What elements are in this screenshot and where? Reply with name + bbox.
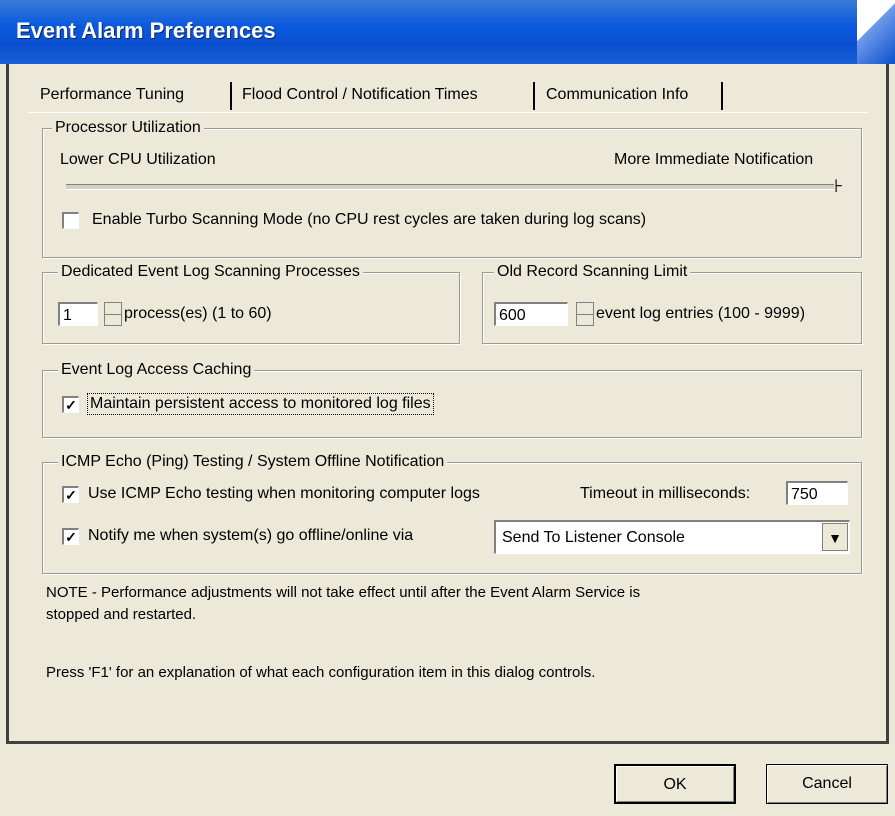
frame-border-left xyxy=(6,64,9,744)
tab-panel-border xyxy=(28,112,868,113)
title-bar[interactable]: Event Alarm Preferences xyxy=(0,0,895,64)
note-restart-line1: NOTE - Performance adjustments will not … xyxy=(46,584,641,601)
tab-performance-tuning[interactable]: Performance Tuning xyxy=(40,80,184,110)
tab-flood-control[interactable]: Flood Control / Notification Times xyxy=(242,80,478,110)
chevron-down-icon[interactable]: ▼ xyxy=(822,523,848,551)
process-count-spinner[interactable] xyxy=(104,302,122,326)
old-record-limit-field[interactable]: 600 xyxy=(494,302,568,326)
old-record-limit-spinner[interactable] xyxy=(576,302,594,326)
window-title: Event Alarm Preferences xyxy=(16,18,276,43)
notify-method-select[interactable]: Send To Listener Console ▼ xyxy=(494,520,850,554)
tab-separator xyxy=(721,82,723,110)
notify-offline-checkbox[interactable]: ✓ xyxy=(62,528,79,545)
icmp-testing-group xyxy=(42,462,862,574)
dedicated-processes-legend: Dedicated Event Log Scanning Processes xyxy=(58,262,363,282)
turbo-scanning-checkbox[interactable] xyxy=(62,212,79,229)
preferences-dialog: Event Alarm Preferences Performance Tuni… xyxy=(0,0,895,816)
tab-separator xyxy=(230,82,232,110)
persistent-access-checkbox[interactable]: ✓ xyxy=(62,396,79,413)
frame-border-right xyxy=(886,64,889,744)
notify-method-value: Send To Listener Console xyxy=(502,529,685,546)
use-icmp-label: Use ICMP Echo testing when monitoring co… xyxy=(88,485,480,502)
persistent-access-label: Maintain persistent access to monitored … xyxy=(87,393,434,415)
turbo-scanning-label: Enable Turbo Scanning Mode (no CPU rest … xyxy=(92,211,647,228)
note-f1-help: Press 'F1' for an explanation of what ea… xyxy=(46,664,596,681)
title-bar-corner xyxy=(857,0,895,64)
notify-offline-label: Notify me when system(s) go offline/onli… xyxy=(88,527,414,544)
tab-communication-info[interactable]: Communication Info xyxy=(546,80,688,110)
cpu-slider-thumb[interactable]: ⊦ xyxy=(834,176,844,196)
process-count-field[interactable]: 1 xyxy=(58,302,98,326)
ok-button[interactable]: OK xyxy=(614,764,736,804)
old-record-limit-suffix: event log entries (100 - 9999) xyxy=(596,305,806,322)
timeout-label: Timeout in milliseconds: xyxy=(580,485,751,502)
icmp-testing-legend: ICMP Echo (Ping) Testing / System Offlin… xyxy=(58,452,448,472)
more-immediate-label: More Immediate Notification xyxy=(614,151,814,168)
cancel-button[interactable]: Cancel xyxy=(766,764,888,804)
process-count-suffix: process(es) (1 to 60) xyxy=(124,305,272,322)
processor-utilization-group xyxy=(42,128,862,258)
note-restart-line2: stopped and restarted. xyxy=(46,606,197,623)
frame-border-bottom xyxy=(6,741,889,744)
processor-utilization-legend: Processor Utilization xyxy=(52,118,204,138)
cpu-slider-track[interactable] xyxy=(66,184,834,190)
lower-cpu-label: Lower CPU Utilization xyxy=(60,151,216,168)
log-access-caching-legend: Event Log Access Caching xyxy=(58,360,255,380)
old-record-legend: Old Record Scanning Limit xyxy=(494,262,691,282)
timeout-field[interactable]: 750 xyxy=(786,481,848,505)
tab-separator xyxy=(533,82,535,110)
use-icmp-checkbox[interactable]: ✓ xyxy=(62,486,79,503)
